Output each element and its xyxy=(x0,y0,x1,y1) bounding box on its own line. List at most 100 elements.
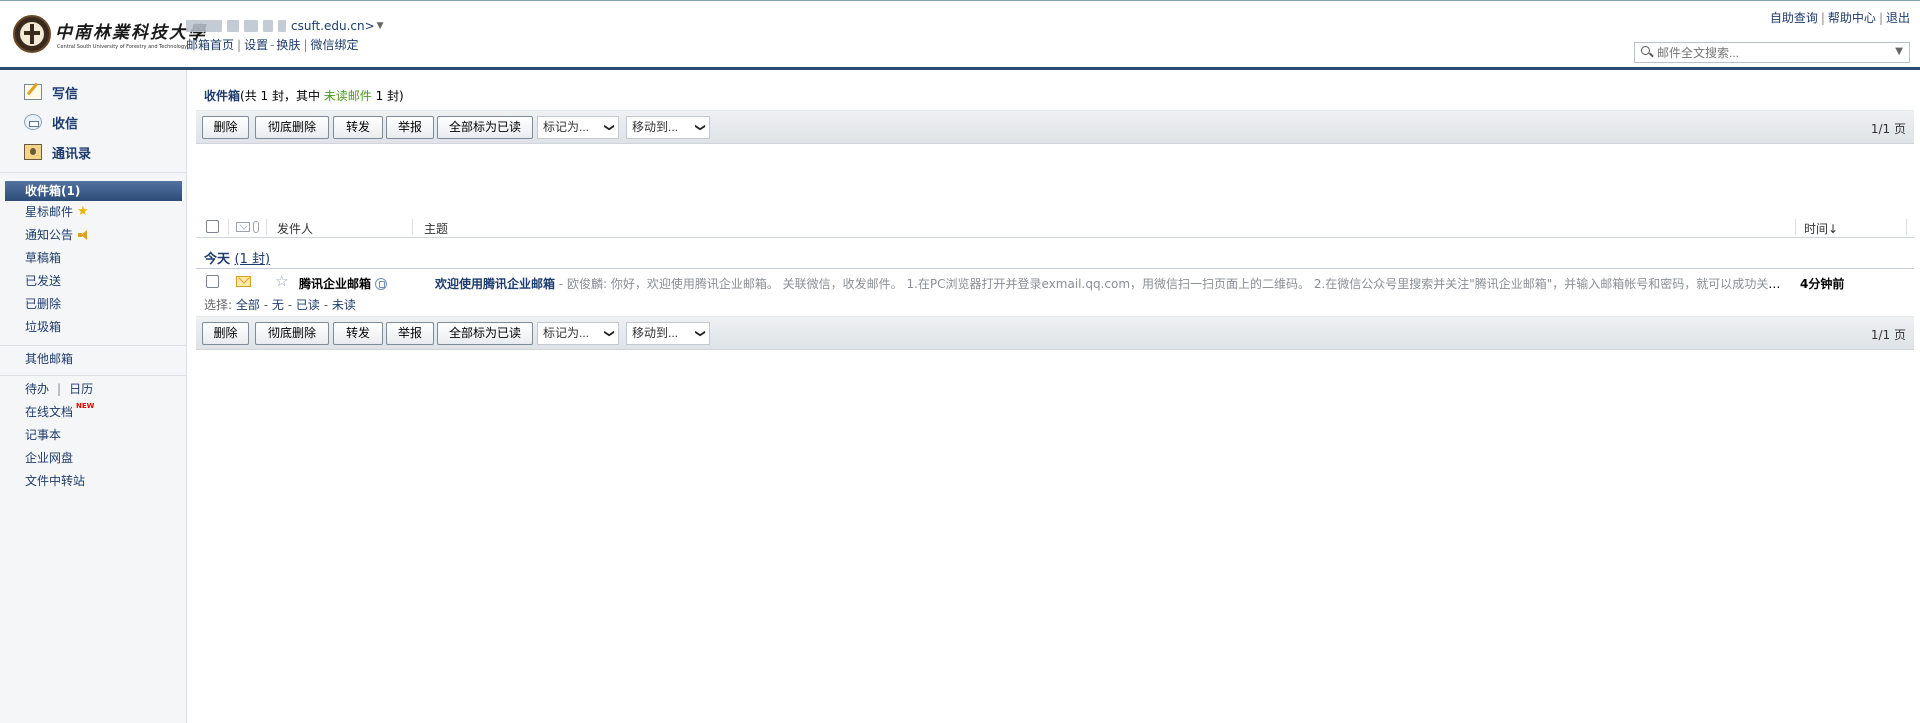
select-read-link[interactable]: 已读 xyxy=(296,298,320,312)
redacted-account-name xyxy=(186,20,222,32)
forward-button[interactable]: 转发 xyxy=(333,322,383,345)
delete-button[interactable]: 删除 xyxy=(202,116,249,139)
sidebar-item-online-docs[interactable]: 在线文档 NEW xyxy=(25,402,94,421)
time-column-header[interactable]: 时间↓ xyxy=(1804,220,1838,237)
sidebar-item-label: 在线文档 xyxy=(25,405,74,419)
read-status-column-icon xyxy=(236,222,250,232)
header: 中南林業科技大學 Central South University of For… xyxy=(0,1,1920,67)
subject-column-header[interactable]: 主题 xyxy=(424,220,448,237)
mail-summary: (共 1 封，其中 xyxy=(240,89,324,103)
select-unread-link[interactable]: 未读 xyxy=(332,298,356,312)
purge-button[interactable]: 彻底删除 xyxy=(255,116,329,139)
divider xyxy=(0,172,187,173)
report-button[interactable]: 举报 xyxy=(386,116,434,139)
sidebar-item-label: 通知公告 xyxy=(25,228,74,242)
compose-label: 写信 xyxy=(52,86,79,102)
logo-text: 中南林業科技大學 xyxy=(55,23,207,43)
toolbar-bottom: 删除 彻底删除 转发 举报 全部标为已读 标记为... ❯ 移动到... ❯ 1… xyxy=(196,316,1914,350)
logout-link[interactable]: 退出 xyxy=(1886,11,1910,25)
delete-button[interactable]: 删除 xyxy=(202,322,249,345)
receive-label: 收信 xyxy=(52,116,79,132)
inbox-receive-icon xyxy=(24,114,42,130)
wechat-bind-link[interactable]: 微信绑定 xyxy=(310,38,358,52)
email-preview: - 欧俊麟: 你好，欢迎使用腾讯企业邮箱。 关联微信，收发邮件。 1.在PC浏览… xyxy=(555,277,1787,291)
star-outline-icon[interactable]: ☆ xyxy=(275,272,288,290)
email-sender: 腾讯企业邮箱 xyxy=(299,275,388,292)
select-none-link[interactable]: 无 xyxy=(272,298,284,312)
mark-as-value: 标记为... xyxy=(543,326,590,340)
account-menu[interactable]: csuft.edu.cn> ▼ xyxy=(186,17,384,35)
mark-as-select[interactable]: 标记为... ❯ xyxy=(537,116,619,139)
email-subject[interactable]: 欢迎使用腾讯企业邮箱 - 欧俊麟: 你好，欢迎使用腾讯企业邮箱。 关联微信，收发… xyxy=(435,275,1787,292)
mark-all-read-button[interactable]: 全部标为已读 xyxy=(437,116,533,139)
speaker-icon xyxy=(78,230,88,240)
new-badge: NEW xyxy=(76,402,95,410)
unread-envelope-icon xyxy=(236,276,251,287)
chevron-down-icon: ❯ xyxy=(603,123,615,132)
sidebar-item-inbox[interactable]: 收件箱(1) xyxy=(5,181,182,201)
compose-button[interactable]: 写信 xyxy=(24,81,78,103)
attachment-column-icon xyxy=(253,221,259,233)
mark-as-value: 标记为... xyxy=(543,120,590,134)
university-logo[interactable]: 中南林業科技大學 Central South University of For… xyxy=(13,15,205,57)
forward-button[interactable]: 转发 xyxy=(333,116,383,139)
move-to-select[interactable]: 移动到... ❯ xyxy=(626,116,710,139)
unread-mail-link[interactable]: 未读邮件 xyxy=(324,89,372,103)
divider xyxy=(0,375,187,376)
sidebar-item-netdisk[interactable]: 企业网盘 xyxy=(25,449,73,467)
report-button[interactable]: 举报 xyxy=(386,322,434,345)
mail-list-header: 发件人 主题 时间↓ xyxy=(196,216,1914,238)
compose-icon xyxy=(24,84,42,100)
search-icon xyxy=(1639,43,1657,62)
chevron-down-icon[interactable]: ▼ xyxy=(1895,46,1903,57)
sidebar-item-file-transfer[interactable]: 文件中转站 xyxy=(25,472,85,490)
chevron-down-icon: ▼ xyxy=(376,21,384,31)
search-input[interactable] xyxy=(1657,44,1887,61)
chevron-down-icon: ❯ xyxy=(603,329,615,338)
search-box[interactable]: ▼ xyxy=(1634,42,1910,63)
self-service-link[interactable]: 自助查询 xyxy=(1770,11,1818,25)
sidebar-item-sent[interactable]: 已发送 xyxy=(25,272,61,290)
university-seal-icon xyxy=(13,15,51,53)
chevron-down-icon: ❯ xyxy=(694,329,706,338)
mark-all-read-button[interactable]: 全部标为已读 xyxy=(437,322,533,345)
select-all-checkbox[interactable] xyxy=(206,220,219,233)
sender-column-header[interactable]: 发件人 xyxy=(277,220,313,237)
sidebar-item-todo[interactable]: 待办 xyxy=(25,380,49,398)
sidebar-item-other-mailbox[interactable]: 其他邮箱 xyxy=(25,350,73,368)
star-icon: ★ xyxy=(77,204,89,219)
row-checkbox[interactable] xyxy=(206,275,219,288)
mail-home-link[interactable]: 邮箱首页 xyxy=(186,38,234,52)
purge-button[interactable]: 彻底删除 xyxy=(255,322,329,345)
mark-as-select[interactable]: 标记为... ❯ xyxy=(537,322,619,345)
sidebar-item-notebook[interactable]: 记事本 xyxy=(25,426,61,444)
sidebar-tools-row: 待办 | 日历 xyxy=(25,380,94,398)
select-bar: 选择: 全部 - 无 - 已读 - 未读 xyxy=(196,295,1914,315)
sidebar-item-announcements[interactable]: 通知公告 xyxy=(25,226,88,244)
address-book-label: 通讯录 xyxy=(52,146,92,162)
email-time: 4分钟前 xyxy=(1800,277,1845,291)
select-all-link[interactable]: 全部 xyxy=(236,298,260,312)
logo-subtitle: Central South University of Forestry and… xyxy=(57,44,188,50)
email-subject-text: 欢迎使用腾讯企业邮箱 xyxy=(435,277,556,291)
move-to-value: 移动到... xyxy=(632,326,679,340)
divider xyxy=(0,345,187,346)
sidebar-item-calendar[interactable]: 日历 xyxy=(69,380,93,398)
help-center-link[interactable]: 帮助中心 xyxy=(1828,11,1876,25)
move-to-select[interactable]: 移动到... ❯ xyxy=(626,322,710,345)
address-book-button[interactable]: 通讯录 xyxy=(24,141,91,163)
pager: 1/1 页 xyxy=(1870,328,1906,342)
settings-link[interactable]: 设置 xyxy=(244,38,268,52)
toolbar-top: 删除 彻底删除 转发 举报 全部标为已读 标记为... ❯ 移动到... ❯ 1… xyxy=(196,110,1914,144)
table-row[interactable]: ☆ 腾讯企业邮箱 欢迎使用腾讯企业邮箱 - 欧俊麟: 你好，欢迎使用腾讯企业邮箱… xyxy=(196,270,1914,294)
address-book-icon xyxy=(24,144,42,160)
sidebar-item-starred[interactable]: 星标邮件 ★ xyxy=(25,203,89,221)
sidebar-item-label: 星标邮件 xyxy=(25,205,74,219)
sidebar-item-drafts[interactable]: 草稿箱 xyxy=(25,249,61,267)
sidebar: 写信 收信 通讯录 收件箱(1) 星标邮件 ★ 通知公告 草稿箱 已发送 已删除… xyxy=(0,70,187,723)
sidebar-item-spam[interactable]: 垃圾箱 xyxy=(25,318,61,336)
group-count-link[interactable]: (1 封) xyxy=(235,252,271,267)
sidebar-item-deleted[interactable]: 已删除 xyxy=(25,295,61,313)
change-skin-link[interactable]: 换肤 xyxy=(276,38,300,52)
receive-button[interactable]: 收信 xyxy=(24,111,78,133)
